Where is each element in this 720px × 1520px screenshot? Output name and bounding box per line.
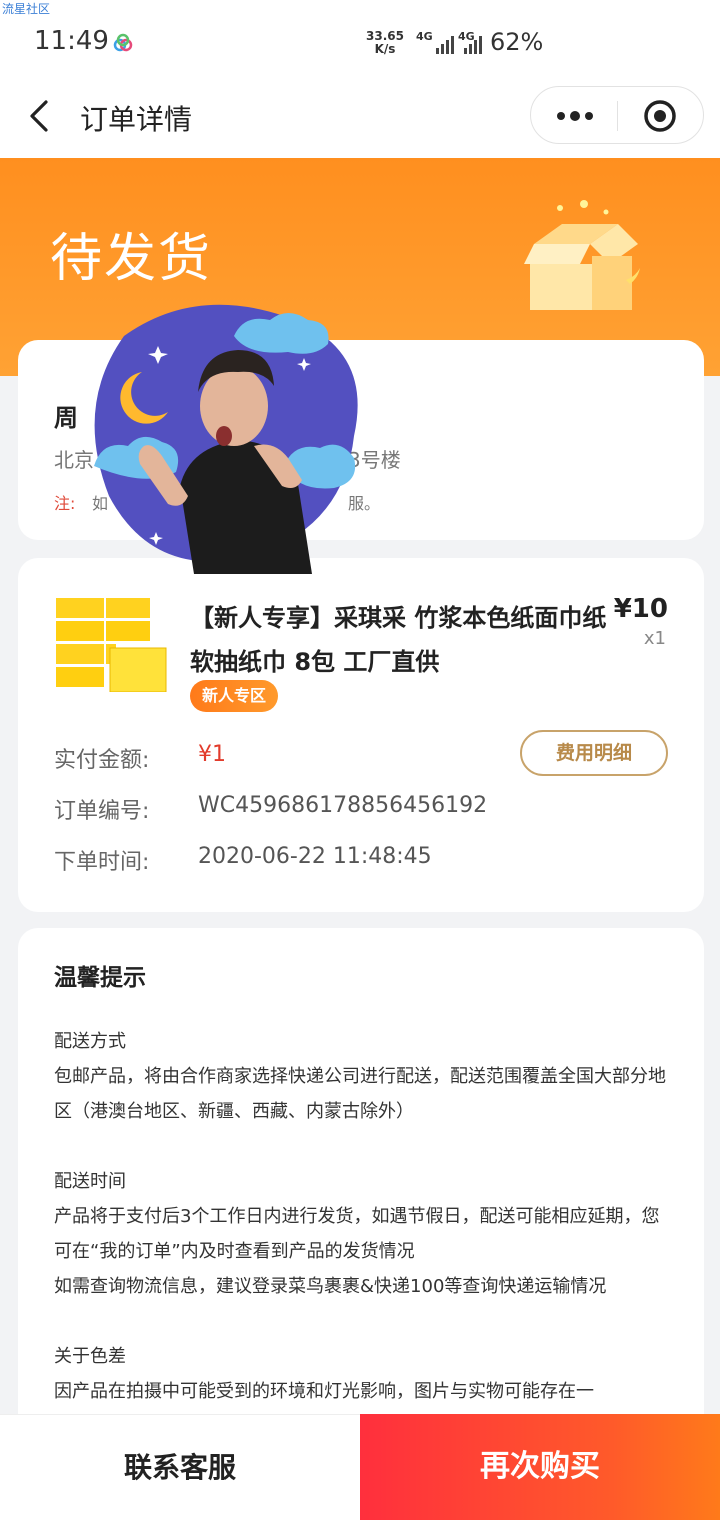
mini-program-capsule (530, 86, 704, 144)
status-time: 11:49 (34, 26, 109, 56)
tips-body: 配送方式 包邮产品，将由合作商家选择快递公司进行配送，配送范围覆盖全国大部分地区… (54, 1024, 674, 1444)
bottom-action-bar: 联系客服 再次购买 (0, 1414, 720, 1520)
order-number-value: WC459686178856456192 (198, 793, 488, 818)
product-title[interactable]: 【新人专享】采琪采 竹浆本色纸面巾纸软抽纸巾 8包 工厂直供 (190, 596, 620, 684)
contact-service-button[interactable]: 联系客服 (0, 1414, 360, 1520)
shipping-time-text-2: 如需查询物流信息，建议登录菜鸟裹裹&快递100等查询快递运输情况 (54, 1276, 607, 1297)
battery-level: 62% (490, 28, 544, 56)
product-price: ¥10 (613, 594, 668, 624)
fee-detail-button[interactable]: 费用明细 (520, 730, 668, 776)
network-type-2: 4G (458, 30, 475, 43)
color-diff-text: 因产品在拍摄中可能受到的环境和灯光影响，图片与实物可能存在一 (54, 1381, 594, 1402)
back-arrow-icon[interactable] (26, 98, 56, 134)
product-image[interactable] (56, 598, 168, 692)
paid-amount-value: ¥1 (198, 742, 226, 767)
watermark-text: 流星社区 (2, 2, 51, 16)
capsule-divider (617, 101, 618, 131)
product-quantity: x1 (643, 628, 666, 649)
shipping-method-title: 配送方式 (54, 1031, 126, 1052)
order-time-label: 下单时间: (54, 850, 150, 875)
gift-box-icon (524, 200, 640, 310)
color-diff-title: 关于色差 (54, 1346, 126, 1367)
close-target-icon[interactable] (643, 99, 677, 133)
paid-amount-label: 实付金额: (54, 748, 150, 773)
nav-bar: 订单详情 (0, 86, 720, 158)
network-type-1: 4G (416, 30, 433, 43)
shipping-time-text: 产品将于支付后3个工作日内进行发货，如遇节假日，配送可能相应延期，您可在“我的订… (54, 1206, 660, 1262)
avatar-sticker (94, 304, 358, 574)
note-label: 注: (54, 494, 76, 513)
order-status-title: 待发货 (50, 229, 213, 289)
buy-again-button[interactable]: 再次购买 (360, 1414, 720, 1520)
shipping-method-text: 包邮产品，将由合作商家选择快递公司进行配送，配送范围覆盖全国大部分地区（港澳台地… (54, 1066, 666, 1122)
order-number-label: 订单编号: (54, 799, 150, 824)
tips-title: 温馨提示 (54, 965, 146, 991)
network-speed: 33.65 K/s (366, 29, 404, 56)
status-bar: 11:49 33.65 K/s 4G 4G 62% (0, 0, 720, 86)
promo-tag: 新人专区 (190, 680, 279, 712)
more-icon[interactable] (553, 100, 597, 132)
order-time-value: 2020-06-22 11:48:45 (198, 844, 432, 869)
app-notification-icon (113, 33, 133, 52)
recipient-name: 周 (54, 404, 78, 432)
page-title: 订单详情 (80, 103, 193, 136)
shipping-time-title: 配送时间 (54, 1171, 126, 1192)
order-card: 【新人专享】采琪采 竹浆本色纸面巾纸软抽纸巾 8包 工厂直供 ¥10 x1 新人… (18, 558, 704, 912)
